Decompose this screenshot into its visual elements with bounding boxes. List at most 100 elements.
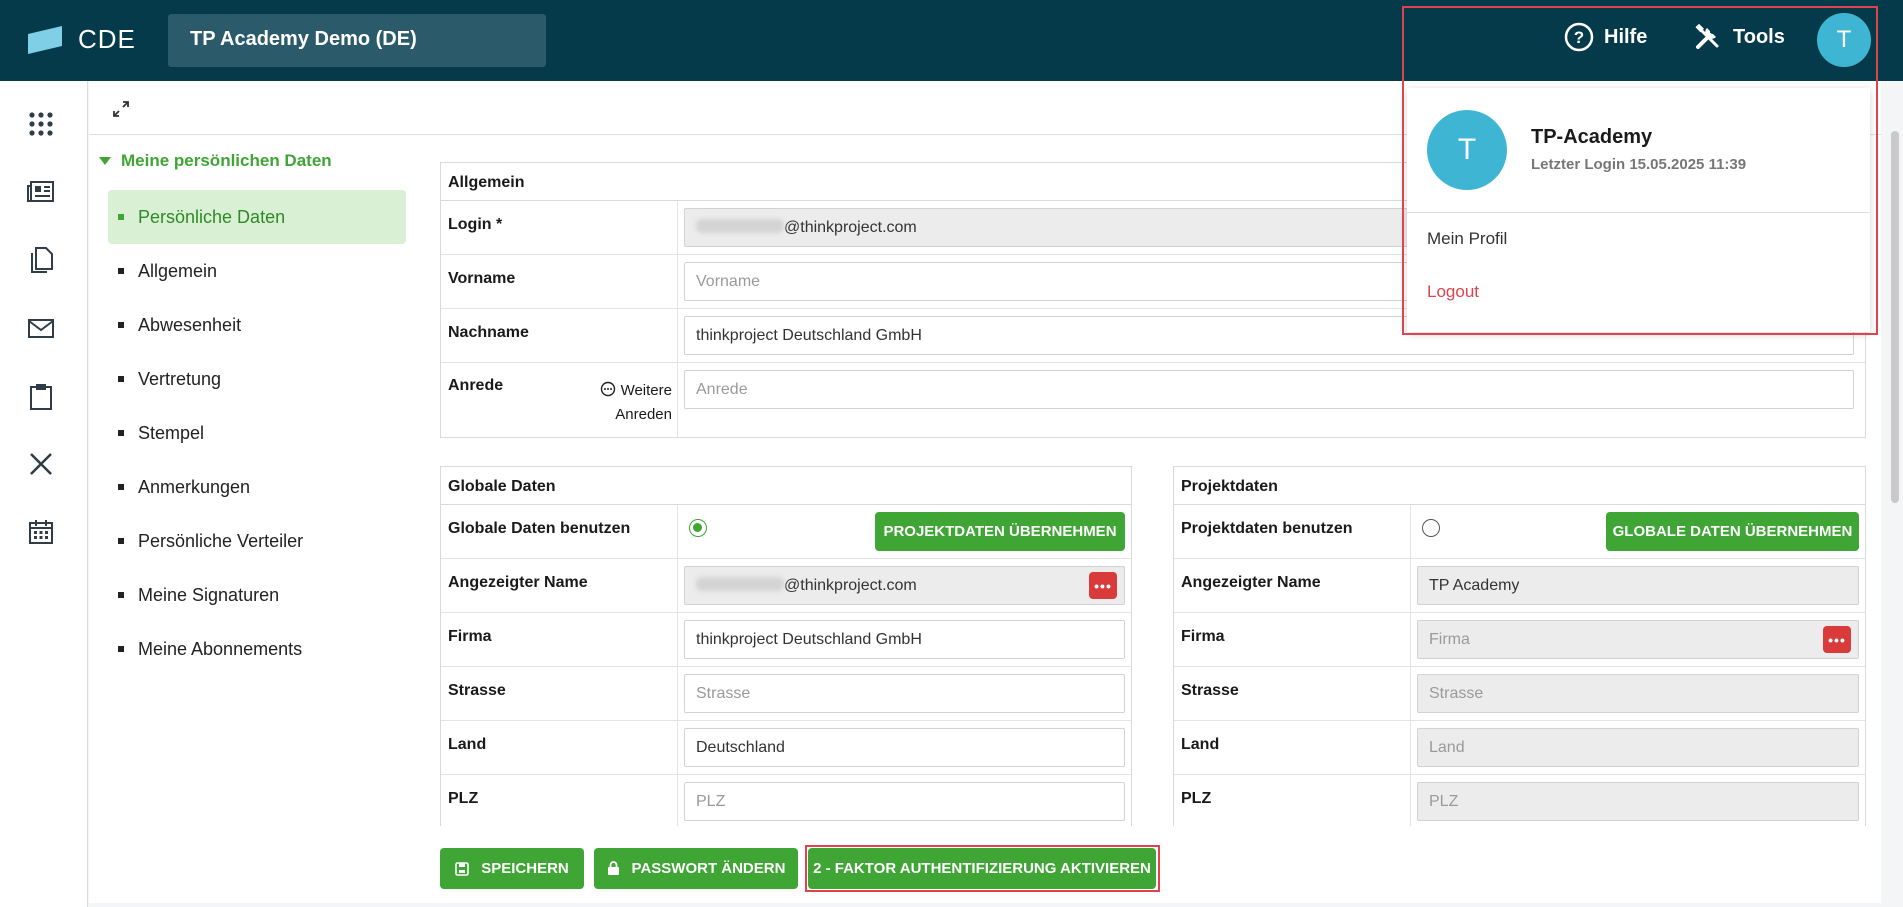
bullet-icon <box>118 538 124 544</box>
collapse-icon[interactable] <box>111 99 131 119</box>
global-name-more-button[interactable]: ••• <box>1089 572 1117 599</box>
nav-item-label: Stempel <box>138 422 205 443</box>
icon-rail <box>0 81 88 907</box>
top-bar: CDE TP Academy Demo (DE) ? Hilfe Tools T <box>0 0 1903 81</box>
global-land-row: Land Deutschland <box>441 721 1131 775</box>
project-use-radio[interactable] <box>1422 519 1440 537</box>
project-name-label: Angezeigter Name <box>1181 574 1321 591</box>
scrollbar[interactable] <box>1891 131 1899 503</box>
user-menu-dropdown: T TP-Academy Letzter Login 15.05.2025 11… <box>1407 88 1870 332</box>
clipboard-icon[interactable] <box>26 381 56 411</box>
global-name-value: @thinkproject.com <box>784 577 917 594</box>
global-use-radio[interactable] <box>689 519 707 537</box>
project-strasse-row: Strasse Strasse <box>1174 667 1865 721</box>
project-firma-more-button[interactable]: ••• <box>1823 626 1851 653</box>
project-use-row: Projektdaten benutzen GLOBALE DATEN ÜBER… <box>1174 505 1865 559</box>
login-label: Login * <box>448 216 503 233</box>
projektdaten-uebernehmen-button[interactable]: PROJEKTDATEN ÜBERNEHMEN <box>875 512 1125 551</box>
divider <box>1407 212 1870 213</box>
weitere-anreden-label: Weitere Anreden <box>615 382 672 423</box>
project-data-panel: Projektdaten Projektdaten benutzen GLOBA… <box>1173 466 1866 826</box>
nav-item-label: Allgemein <box>138 260 218 281</box>
project-firma-field[interactable]: Firma <box>1417 620 1859 659</box>
global-use-row: Globale Daten benutzen PROJEKTDATEN ÜBER… <box>441 505 1131 559</box>
redacted-text <box>696 219 784 233</box>
weitere-anreden-link[interactable]: Weitere Anreden <box>596 379 672 427</box>
global-firma-label: Firma <box>448 628 492 645</box>
documents-icon[interactable] <box>26 245 56 275</box>
global-plz-label: PLZ <box>448 790 479 807</box>
bullet-icon <box>118 646 124 652</box>
bullet-icon <box>118 376 124 382</box>
anrede-field[interactable]: Anrede <box>684 370 1854 409</box>
user-menu-name: TP-Academy <box>1531 126 1653 148</box>
nav-item-label: Persönliche Verteiler <box>138 530 304 551</box>
save-button[interactable]: SPEICHERN <box>440 848 584 889</box>
tools-label: Tools <box>1733 25 1785 48</box>
bullet-icon <box>118 322 124 328</box>
tools-button[interactable]: Tools <box>1693 22 1785 52</box>
nav-item-label: Meine Signaturen <box>138 584 280 605</box>
global-plz-field[interactable]: PLZ <box>684 782 1125 821</box>
global-name-field[interactable]: @thinkproject.com <box>684 566 1125 605</box>
help-label: Hilfe <box>1604 25 1648 48</box>
help-button[interactable]: ? Hilfe <box>1564 22 1647 52</box>
news-icon[interactable] <box>26 177 56 207</box>
nav-item-persoenliche-daten[interactable]: Persönliche Daten <box>108 190 406 244</box>
redacted-text <box>696 577 784 591</box>
logo-text: CDE <box>78 24 136 54</box>
logo-mark-icon <box>28 25 62 54</box>
global-firma-row: Firma thinkproject Deutschland GmbH <box>441 613 1131 667</box>
nav-item-label: Anmerkungen <box>138 476 251 497</box>
lock-icon <box>607 861 619 875</box>
globale-daten-uebernehmen-button[interactable]: GLOBALE DATEN ÜBERNEHMEN <box>1606 512 1859 551</box>
project-data-title: Projektdaten <box>1174 467 1865 505</box>
project-land-row: Land Land <box>1174 721 1865 775</box>
nav-item-label: Persönliche Daten <box>138 206 286 227</box>
project-plz-field[interactable]: PLZ <box>1417 782 1859 821</box>
project-land-label: Land <box>1181 736 1220 753</box>
mail-icon[interactable] <box>26 313 56 343</box>
enable-2fa-label: 2 - FAKTOR AUTHENTIFIZIERUNG AKTIVIEREN <box>813 860 1151 877</box>
login-value: @thinkproject.com <box>784 219 917 236</box>
user-avatar-button[interactable]: T <box>1817 13 1871 67</box>
change-password-button[interactable]: PASSWORT ÄNDERN <box>594 848 798 889</box>
caret-down-icon <box>99 157 111 165</box>
bullet-icon <box>118 592 124 598</box>
project-selector[interactable]: TP Academy Demo (DE) <box>168 14 546 67</box>
nav-item-abwesenheit[interactable]: Abwesenheit <box>108 298 406 352</box>
global-data-panel: Globale Daten Globale Daten benutzen PRO… <box>440 466 1132 826</box>
anrede-label: Anrede <box>448 377 504 394</box>
calendar-icon[interactable] <box>26 517 56 547</box>
apps-grid-icon[interactable] <box>26 109 56 139</box>
project-name-field[interactable]: TP Academy <box>1417 566 1859 605</box>
project-strasse-field[interactable]: Strasse <box>1417 674 1859 713</box>
project-firma-label: Firma <box>1181 628 1225 645</box>
nav-item-allgemein[interactable]: Allgemein <box>108 244 406 298</box>
project-land-field[interactable]: Land <box>1417 728 1859 767</box>
global-name-row: Angezeigter Name @thinkproject.com ••• <box>441 559 1131 613</box>
nav-item-anmerkungen[interactable]: Anmerkungen <box>108 460 406 514</box>
nav-item-vertretung[interactable]: Vertretung <box>108 352 406 406</box>
svg-text:?: ? <box>1574 28 1584 47</box>
design-tools-icon[interactable] <box>26 449 56 479</box>
enable-2fa-button[interactable]: 2 - FAKTOR AUTHENTIFIZIERUNG AKTIVIEREN <box>808 848 1156 889</box>
global-name-label: Angezeigter Name <box>448 574 588 591</box>
nav-item-persoenliche-verteiler[interactable]: Persönliche Verteiler <box>108 514 406 568</box>
nav-item-stempel[interactable]: Stempel <box>108 406 406 460</box>
user-menu-last-login: Letzter Login 15.05.2025 11:39 <box>1531 156 1747 173</box>
menu-item-logout[interactable]: Logout <box>1427 282 1479 302</box>
project-plz-label: PLZ <box>1181 790 1212 807</box>
nav-heading-label: Meine persönlichen Daten <box>121 151 332 170</box>
nachname-label: Nachname <box>448 324 529 341</box>
nav-item-meine-signaturen[interactable]: Meine Signaturen <box>108 568 406 622</box>
nav-section-heading[interactable]: Meine persönlichen Daten <box>99 151 332 171</box>
global-firma-field[interactable]: thinkproject Deutschland GmbH <box>684 620 1125 659</box>
global-strasse-label: Strasse <box>448 682 506 699</box>
global-data-title: Globale Daten <box>441 467 1131 505</box>
global-strasse-field[interactable]: Strasse <box>684 674 1125 713</box>
global-land-field[interactable]: Deutschland <box>684 728 1125 767</box>
app-logo[interactable]: CDE <box>28 24 136 55</box>
menu-item-profile[interactable]: Mein Profil <box>1427 229 1507 249</box>
nav-item-meine-abonnements[interactable]: Meine Abonnements <box>108 622 406 676</box>
